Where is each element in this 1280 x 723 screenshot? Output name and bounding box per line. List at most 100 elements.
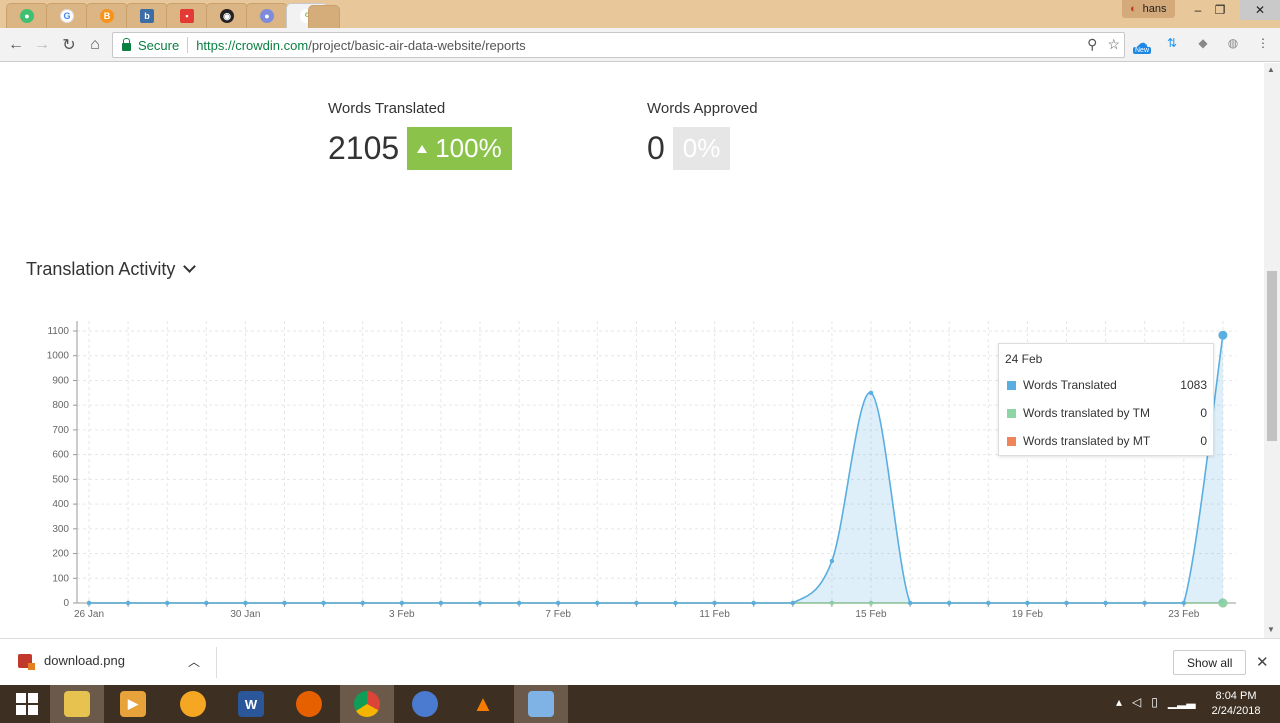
extension-icon[interactable]: ◆ [1194, 34, 1212, 52]
clock-date: 2/24/2018 [1211, 705, 1261, 717]
tab-favicon-icon: ▪ [180, 9, 194, 23]
browser-tab[interactable]: ◉ [206, 3, 248, 28]
globe-icon[interactable]: ◍ [1224, 34, 1242, 52]
data-point [399, 600, 404, 606]
data-point [243, 600, 248, 606]
download-divider [216, 647, 217, 678]
page-scrollbar[interactable]: ▲ ▼ [1264, 63, 1280, 638]
maximize-icon[interactable]: ❐ [1206, 0, 1234, 20]
browser-toolbar: ← → ↻ ⌂ Secure https://crowdin.com/proje… [0, 28, 1280, 62]
scroll-up-icon[interactable]: ▲ [1267, 65, 1275, 74]
browser-tab[interactable]: ● [6, 3, 48, 28]
tab-favicon-icon: ● [260, 9, 274, 23]
chrome-icon[interactable] [340, 685, 394, 723]
tab-favicon-icon: b [140, 9, 154, 23]
data-point [986, 600, 991, 606]
download-item[interactable]: download.png [18, 653, 125, 670]
x-tick-label: 26 Jan [74, 609, 104, 620]
file-explorer-icon[interactable] [50, 685, 104, 723]
system-clock[interactable]: 8:04 PM 2/24/2018 [1206, 689, 1266, 719]
system-tray: ▴ ◁ ▯ ▁▂▃ [1116, 695, 1196, 709]
chromium-icon[interactable] [398, 685, 452, 723]
legend-swatch [1007, 436, 1016, 446]
y-tick-label: 400 [52, 499, 69, 510]
translated-percent-badge: 100% [407, 127, 512, 170]
data-point [829, 558, 835, 564]
windows-start-icon[interactable] [0, 685, 54, 723]
data-point [751, 600, 756, 606]
battery-icon[interactable]: ▯ [1151, 695, 1158, 709]
chevron-down-icon [183, 260, 197, 273]
chevron-up-icon[interactable]: ︿ [188, 653, 200, 670]
x-tick-label: 23 Feb [1168, 609, 1200, 620]
x-axis: 26 Jan 30 Jan 3 Feb 7 Feb 11 Feb 15 Feb 19 Feb… [74, 602, 1236, 620]
browser-tab[interactable]: G [46, 3, 88, 28]
legend-swatch [1007, 408, 1016, 418]
up-triangle-icon [417, 144, 428, 153]
new-tab-button[interactable] [308, 5, 340, 30]
section-title: Translation Activity [26, 259, 176, 279]
close-icon[interactable]: ✕ [1256, 653, 1269, 671]
y-tick-label: 800 [52, 400, 69, 411]
browser-tab[interactable]: ▪ [166, 3, 208, 28]
data-point [907, 600, 913, 606]
data-point [595, 600, 600, 606]
y-tick-label: 700 [52, 425, 69, 436]
lock-icon [122, 38, 131, 51]
url-host: https://crowdin.com [196, 37, 309, 53]
tab-favicon-icon: ● [20, 9, 34, 23]
close-window-icon[interactable]: ✕ [1240, 0, 1280, 20]
browser-tab[interactable]: b [126, 3, 168, 28]
volume-icon[interactable]: ◁ [1132, 695, 1141, 709]
word-icon[interactable]: W [224, 685, 278, 723]
scrollbar-thumb[interactable] [1267, 271, 1277, 441]
address-bar[interactable]: Secure https://crowdin.com/project/basic… [112, 32, 1125, 58]
data-point [360, 600, 365, 606]
words-translated-stat: Words Translated 2105 100% [328, 100, 512, 170]
tooltip-series-name: Words translated by TM [1023, 406, 1150, 420]
home-icon[interactable]: ⌂ [85, 35, 105, 55]
network-icon[interactable]: ▁▂▃ [1168, 695, 1196, 709]
firefox-icon[interactable] [282, 685, 336, 723]
tooltip-series-value: 1083 [1180, 378, 1207, 392]
paint-icon[interactable] [514, 685, 568, 723]
show-all-button[interactable]: Show all [1173, 650, 1247, 675]
browser-tab[interactable]: B [86, 3, 128, 28]
bookmark-star-icon[interactable]: ☆ [1107, 36, 1120, 53]
app-icon[interactable] [166, 685, 220, 723]
data-point [634, 600, 639, 606]
zoom-icon[interactable]: ⚲ [1087, 36, 1097, 53]
screen: ● G B b ▪ ◉ ● ᶜ ◐ hans – ❐ ✕ ← → ↻ ⌂ Sec… [0, 0, 1280, 723]
extension-icon[interactable]: ⇅ [1163, 34, 1181, 52]
data-point [868, 390, 874, 396]
tooltip-date: 24 Feb [1005, 352, 1043, 366]
profile-button[interactable]: ◐ hans [1122, 0, 1175, 18]
scroll-down-icon[interactable]: ▼ [1267, 625, 1275, 634]
media-player-icon[interactable]: ▶ [106, 685, 160, 723]
data-point [1064, 600, 1069, 606]
data-point [556, 600, 561, 606]
y-tick-label: 500 [52, 474, 69, 485]
words-translated-label: Words Translated [328, 100, 446, 117]
reload-icon[interactable]: ↻ [59, 35, 79, 55]
x-tick-label: 7 Feb [545, 609, 571, 620]
tooltip-row: Words Translated 1083 [1007, 378, 1207, 392]
y-tick-label: 600 [52, 450, 69, 461]
words-approved-label: Words Approved [647, 100, 758, 117]
menu-dots-icon[interactable]: ⋮ [1254, 34, 1272, 52]
translation-activity-dropdown[interactable]: Translation Activity [26, 259, 197, 280]
back-arrow-icon[interactable]: ← [6, 35, 26, 55]
google-icon: G [60, 9, 74, 23]
extension-new-badge: New [1133, 47, 1152, 54]
download-bar: download.png ︿ Show all ✕ [0, 638, 1280, 685]
data-point [321, 600, 326, 606]
data-point [1025, 600, 1030, 606]
page-content: Words Translated 2105 100% Words Approve… [0, 63, 1264, 638]
data-point [1218, 330, 1228, 340]
forward-arrow-icon[interactable]: → [32, 35, 52, 55]
words-translated-value: 2105 [328, 130, 400, 166]
tray-expand-icon[interactable]: ▴ [1116, 695, 1122, 709]
vlc-icon[interactable]: ▲ [456, 685, 510, 723]
address-divider [187, 37, 189, 53]
browser-tab[interactable]: ● [246, 3, 288, 28]
